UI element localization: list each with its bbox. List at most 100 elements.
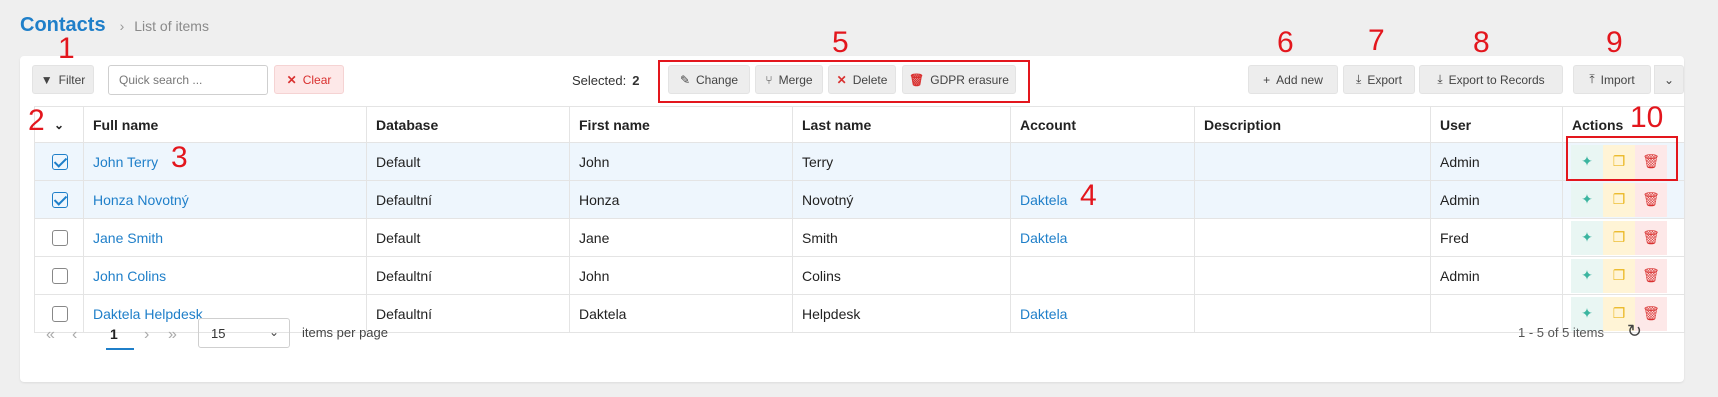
- cell-description: [1194, 218, 1431, 257]
- annotation-9: 9: [1606, 26, 1623, 59]
- cell-first-name: Honza: [569, 180, 793, 219]
- per-page-select[interactable]: 15 ⌄: [198, 318, 290, 348]
- table-row[interactable]: John Terry Default John Terry Admin ✦ ❐ 🗑: [34, 142, 1685, 181]
- search-input[interactable]: [108, 65, 268, 95]
- trash-icon[interactable]: 🗑: [1635, 220, 1667, 255]
- sparkle-icon[interactable]: ✦: [1571, 258, 1603, 293]
- add-new-button[interactable]: + Add new: [1248, 65, 1338, 94]
- cell-last-name: Colins: [792, 256, 1011, 295]
- contact-name-link[interactable]: John Colins: [93, 268, 166, 284]
- annotation-8: 8: [1473, 26, 1490, 59]
- refresh-icon[interactable]: ↻: [1627, 321, 1642, 342]
- cell-account: [1010, 142, 1195, 181]
- page-header: Contacts › List of items: [20, 14, 209, 37]
- cell-user: Fred: [1430, 218, 1563, 257]
- table-row[interactable]: Jane Smith Default Jane Smith Daktela Fred ✦ ❐ 🗑: [34, 218, 1685, 257]
- cell-account: Daktela: [1010, 180, 1195, 219]
- annotation-6: 6: [1277, 26, 1294, 59]
- col-last-name[interactable]: Last name: [792, 106, 1011, 143]
- clear-label: Clear: [302, 72, 332, 87]
- copy-icon[interactable]: ❐: [1603, 182, 1635, 217]
- row-checkbox[interactable]: [52, 154, 68, 171]
- cell-account: [1010, 256, 1195, 295]
- row-checkbox-cell: [34, 180, 84, 219]
- trash-icon[interactable]: 🗑: [1635, 182, 1667, 217]
- pagination: « ‹ 1 › » 15 ⌄ items per page 1 - 5 of 5…: [20, 306, 1684, 366]
- chevron-down-icon[interactable]: ⌄: [54, 118, 64, 132]
- row-checkbox[interactable]: [52, 230, 68, 247]
- items-per-page-label: items per page: [302, 325, 388, 340]
- account-link[interactable]: Daktela: [1020, 192, 1067, 208]
- selected-count: Selected: 2: [572, 73, 639, 88]
- annotation-2: 2: [28, 104, 45, 137]
- cell-user: Admin: [1430, 142, 1563, 181]
- annotation-3: 3: [171, 141, 188, 174]
- export-to-records-button[interactable]: ⤓ Export to Records: [1419, 65, 1563, 94]
- more-options-button[interactable]: ⌄: [1654, 65, 1684, 94]
- row-checkbox[interactable]: [52, 192, 68, 209]
- cell-full-name: John Colins: [83, 256, 367, 295]
- chevron-down-icon: ⌄: [268, 325, 279, 339]
- cell-actions: ✦ ❐ 🗑: [1562, 218, 1685, 257]
- cell-description: [1194, 180, 1431, 219]
- annotation-10: 10: [1630, 101, 1664, 134]
- trash-icon[interactable]: 🗑: [1635, 258, 1667, 293]
- current-page[interactable]: 1: [110, 326, 118, 342]
- table-row[interactable]: John Colins Defaultní John Colins Admin ✦ ❐ 🗑: [34, 256, 1685, 295]
- download-icon: ⤓: [1437, 72, 1443, 86]
- current-page-indicator: [106, 348, 134, 350]
- cell-description: [1194, 256, 1431, 295]
- col-description[interactable]: Description: [1194, 106, 1431, 143]
- close-icon: ✕: [286, 72, 297, 87]
- col-first-name[interactable]: First name: [569, 106, 793, 143]
- col-user[interactable]: User: [1430, 106, 1563, 143]
- account-link[interactable]: Daktela: [1020, 230, 1067, 246]
- download-icon: ⤓: [1356, 72, 1362, 86]
- col-full-name[interactable]: Full name: [83, 106, 367, 143]
- export-button[interactable]: ⤓ Export: [1343, 65, 1415, 94]
- annotation-5: 5: [832, 26, 849, 59]
- copy-icon[interactable]: ❐: [1603, 220, 1635, 255]
- annotation-7: 7: [1368, 24, 1385, 57]
- export-records-label: Export to Records: [1448, 72, 1545, 87]
- next-page-icon[interactable]: ›: [144, 326, 149, 344]
- chevron-down-icon: ⌄: [1663, 72, 1675, 87]
- cell-last-name: Terry: [792, 142, 1011, 181]
- items-count: 1 - 5 of 5 items: [1518, 325, 1604, 340]
- list-card: ▼ Filter ✕ Clear Selected:2 ✎ Change ⑂ M…: [20, 56, 1685, 382]
- first-page-icon[interactable]: «: [46, 326, 55, 344]
- col-account[interactable]: Account: [1010, 106, 1195, 143]
- clear-button[interactable]: ✕ Clear: [274, 65, 344, 94]
- cell-first-name: Jane: [569, 218, 793, 257]
- sparkle-icon[interactable]: ✦: [1571, 220, 1603, 255]
- cell-database: Defaultní: [366, 180, 570, 219]
- export-label: Export: [1367, 72, 1402, 87]
- cell-first-name: John: [569, 256, 793, 295]
- sparkle-icon[interactable]: ✦: [1571, 182, 1603, 217]
- prev-page-icon[interactable]: ‹: [72, 326, 77, 344]
- contact-name-link[interactable]: John Terry: [93, 154, 158, 170]
- cell-last-name: Smith: [792, 218, 1011, 257]
- cell-full-name: John Terry: [83, 142, 367, 181]
- import-button[interactable]: ⤒ Import: [1573, 65, 1651, 94]
- last-page-icon[interactable]: »: [168, 326, 177, 344]
- cell-database: Defaultní: [366, 256, 570, 295]
- copy-icon[interactable]: ❐: [1603, 258, 1635, 293]
- row-checkbox-cell: [34, 142, 84, 181]
- annotation-4: 4: [1080, 179, 1097, 212]
- contact-name-link[interactable]: Jane Smith: [93, 230, 163, 246]
- col-database[interactable]: Database: [366, 106, 570, 143]
- annotation-1: 1: [58, 32, 75, 65]
- contact-name-link[interactable]: Honza Novotný: [93, 192, 189, 208]
- filter-icon: ▼: [40, 72, 53, 87]
- row-checkbox-cell: [34, 256, 84, 295]
- table-row[interactable]: Honza Novotný Defaultní Honza Novotný Daktel…: [34, 180, 1685, 219]
- row-checkbox[interactable]: [52, 268, 68, 285]
- cell-user: Admin: [1430, 180, 1563, 219]
- filter-button[interactable]: ▼ Filter: [32, 65, 94, 94]
- cell-full-name: Honza Novotný: [83, 180, 367, 219]
- add-new-label: Add new: [1276, 72, 1323, 87]
- cell-database: Default: [366, 218, 570, 257]
- upload-icon: ⤒: [1589, 72, 1595, 86]
- cell-first-name: John: [569, 142, 793, 181]
